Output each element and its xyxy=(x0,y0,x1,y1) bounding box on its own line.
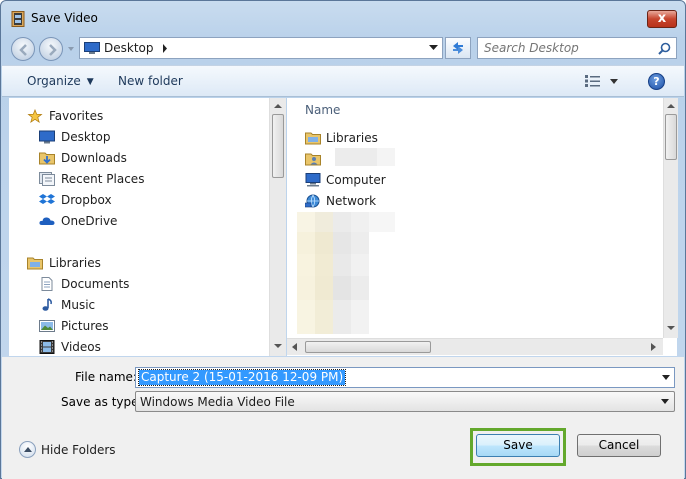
tree-item-label: Pictures xyxy=(61,319,109,333)
forward-arrow-icon xyxy=(49,44,57,56)
list-item-label: Network xyxy=(326,194,377,208)
search-icon[interactable] xyxy=(658,42,671,55)
column-header-name[interactable]: Name xyxy=(305,103,340,117)
dropbox-icon xyxy=(39,194,55,204)
save-video-dialog: Save Video x Desktop Search Desktop Orga… xyxy=(0,0,686,479)
tree-item-label: Documents xyxy=(61,277,130,291)
back-button[interactable] xyxy=(11,37,35,61)
user-folder-icon xyxy=(305,153,321,166)
title-bar: Save Video x xyxy=(1,1,685,35)
address-location[interactable]: Desktop xyxy=(104,41,154,55)
desktop-icon xyxy=(84,42,100,54)
tree-item-label: Dropbox xyxy=(61,193,112,207)
tree-item-label: Videos xyxy=(61,340,101,354)
tree-item-label: Desktop xyxy=(61,130,111,144)
music-icon xyxy=(42,298,52,311)
help-button[interactable]: ? xyxy=(648,73,665,90)
video-file-icon xyxy=(11,11,25,27)
file-name-label: File name: xyxy=(75,370,137,384)
list-item-label: Libraries xyxy=(326,131,378,145)
address-bar[interactable]: Desktop xyxy=(79,37,443,59)
close-icon: x xyxy=(657,11,667,26)
search-box[interactable] xyxy=(477,37,677,59)
hide-folders-label: Hide Folders xyxy=(41,443,116,457)
documents-icon xyxy=(41,277,53,291)
hide-folders-button[interactable] xyxy=(19,441,36,458)
scroll-right-icon[interactable] xyxy=(651,343,656,351)
change-view-icon[interactable] xyxy=(585,75,601,87)
libraries-icon xyxy=(27,257,43,270)
scrollbar-thumb[interactable] xyxy=(272,114,284,178)
scrollbar-thumb[interactable] xyxy=(305,341,431,353)
scroll-up-icon[interactable] xyxy=(274,104,282,108)
computer-icon xyxy=(305,173,321,187)
file-list-horizontal-scrollbar[interactable] xyxy=(287,338,663,355)
forward-button[interactable] xyxy=(39,37,63,61)
videos-icon xyxy=(39,340,55,354)
save-as-type-value: Windows Media Video File xyxy=(140,395,295,409)
organize-label: Organize xyxy=(27,74,81,88)
file-list-pane: Name Libraries Computer Network xyxy=(287,98,677,356)
recent-locations-dropdown-icon[interactable] xyxy=(67,45,75,53)
breadcrumb-chevron-icon[interactable] xyxy=(162,44,168,53)
help-icon: ? xyxy=(653,75,660,88)
downloads-icon xyxy=(39,152,55,165)
save-button[interactable]: Save xyxy=(476,434,560,457)
tree-libraries-label: Libraries xyxy=(49,256,101,270)
scrollbar-thumb[interactable] xyxy=(665,114,677,160)
view-dropdown-icon[interactable] xyxy=(610,79,618,84)
onedrive-icon xyxy=(39,217,55,225)
file-name-input[interactable]: Capture 2 (15-01-2016 12-09 PM) xyxy=(137,369,347,386)
tree-item-label: OneDrive xyxy=(61,214,118,228)
back-arrow-icon xyxy=(19,44,27,56)
desktop-icon xyxy=(39,130,55,144)
list-item-label: Computer xyxy=(326,173,386,187)
tree-item-label: Recent Places xyxy=(61,172,145,186)
address-row: Desktop xyxy=(1,35,685,61)
navigation-pane-scrollbar[interactable] xyxy=(269,98,286,356)
search-input[interactable] xyxy=(484,40,654,56)
navigation-pane: Favorites Desktop Downloads Recent Place… xyxy=(9,98,285,356)
scroll-left-icon[interactable] xyxy=(292,343,297,351)
recent-places-icon xyxy=(39,172,55,186)
star-icon xyxy=(27,109,43,123)
tree-favorites-label: Favorites xyxy=(49,109,104,123)
scroll-down-icon[interactable] xyxy=(667,326,675,330)
network-icon xyxy=(305,194,320,208)
tree-item-label: Music xyxy=(61,298,96,312)
chevron-up-icon xyxy=(24,447,32,452)
refresh-button[interactable] xyxy=(445,37,471,59)
libraries-icon xyxy=(305,132,321,145)
save-as-type-select[interactable]: Windows Media Video File xyxy=(135,391,675,412)
command-toolbar: Organize ▼ New folder ? xyxy=(2,65,684,97)
close-button[interactable]: x xyxy=(647,10,677,28)
window-title: Save Video xyxy=(31,11,98,25)
address-dropdown-icon[interactable] xyxy=(429,45,438,51)
tree-item-label: Downloads xyxy=(61,151,127,165)
chevron-down-icon[interactable] xyxy=(661,399,669,404)
save-as-type-label: Save as type: xyxy=(61,395,143,409)
file-name-dropdown-icon[interactable] xyxy=(662,375,670,380)
scroll-down-icon[interactable] xyxy=(274,344,282,348)
chevron-down-icon: ▼ xyxy=(86,77,94,87)
new-folder-button[interactable]: New folder xyxy=(118,74,183,88)
scroll-up-icon[interactable] xyxy=(667,104,675,108)
pictures-icon xyxy=(39,320,55,332)
cancel-button[interactable]: Cancel xyxy=(577,434,661,457)
refresh-icon xyxy=(453,42,463,54)
file-list-vertical-scrollbar[interactable] xyxy=(663,98,678,338)
file-name-field[interactable]: Capture 2 (15-01-2016 12-09 PM) xyxy=(135,367,675,388)
organize-menu[interactable]: Organize ▼ xyxy=(27,74,94,88)
